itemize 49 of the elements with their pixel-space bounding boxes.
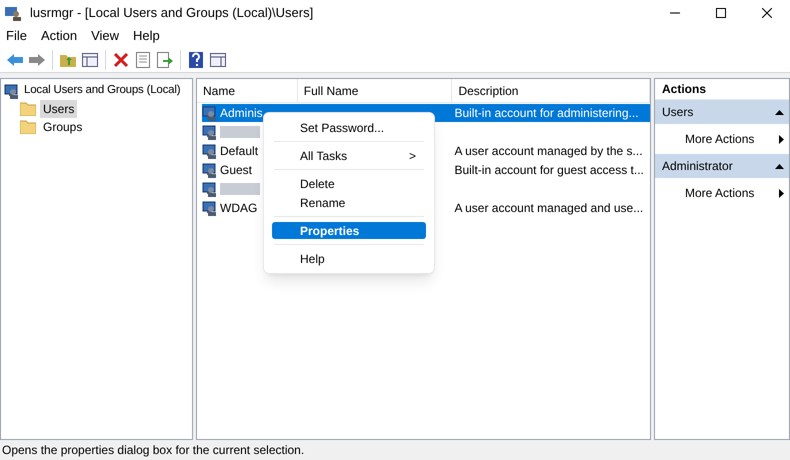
user-icon — [4, 83, 20, 99]
menu-item[interactable]: Action — [40, 26, 78, 46]
maximize-icon — [716, 8, 726, 18]
table-cell-text: WDAG — [220, 200, 258, 216]
expand-icon — [779, 188, 784, 198]
menu-item[interactable]: Help — [133, 26, 160, 46]
folder-icon — [20, 120, 36, 134]
action-item[interactable]: More Actions — [655, 178, 789, 208]
close-icon — [762, 8, 772, 18]
user-icon — [202, 180, 218, 196]
blurred-name — [220, 182, 260, 194]
menu-item[interactable]: Delete — [272, 175, 426, 192]
menu-item[interactable]: File — [6, 26, 27, 46]
user-icon — [202, 200, 218, 216]
user-icon — [202, 142, 218, 158]
tree-item[interactable]: Local Users and Groups (Local) — [24, 82, 180, 100]
table-cell-text: Default — [220, 142, 258, 160]
window-title: lusrmgr - [Local Users and Groups (Local)\Users] — [30, 4, 314, 22]
menu-item[interactable]: Rename — [272, 194, 426, 211]
column-header[interactable]: Description — [452, 79, 650, 102]
table-cell-text: Guest — [220, 162, 252, 178]
table-cell-text: Built-in account for guest access t... — [454, 162, 644, 178]
app-icon — [4, 4, 22, 20]
menu-item[interactable]: View — [91, 26, 120, 46]
action-item[interactable]: More Actions — [655, 124, 789, 154]
folder-icon — [20, 102, 36, 116]
column-header[interactable]: Name — [197, 79, 298, 102]
menu-item[interactable]: All Tasks > — [272, 147, 426, 164]
collapse-icon — [775, 164, 784, 168]
menu-item[interactable]: Set Password... — [272, 119, 426, 136]
table-cell-text: Adminis — [220, 104, 263, 122]
actions-section-header[interactable]: Users — [655, 100, 789, 124]
status-text: Opens the properties dialog box for the current selection. — [2, 442, 304, 459]
table-cell-text: A user account managed and use... — [454, 200, 644, 216]
table-cell-text: A user account managed by the s... — [454, 142, 643, 160]
submenu-arrow: > — [408, 148, 416, 164]
user-icon — [202, 104, 218, 120]
collapse-icon — [775, 110, 784, 114]
menu-item[interactable]: Help — [272, 250, 426, 267]
column-header[interactable]: Full Name — [298, 79, 452, 102]
blurred-name — [220, 126, 260, 138]
user-icon — [202, 124, 218, 140]
expand-icon — [779, 134, 784, 144]
tree-item[interactable]: Users — [40, 100, 78, 118]
table-cell-text: Built-in account for administering... — [454, 104, 639, 122]
actions-section-header[interactable]: Administrator — [655, 154, 789, 178]
menu-item[interactable]: Properties — [272, 222, 426, 239]
tree-item[interactable]: Groups — [40, 118, 86, 136]
user-icon — [202, 162, 218, 178]
